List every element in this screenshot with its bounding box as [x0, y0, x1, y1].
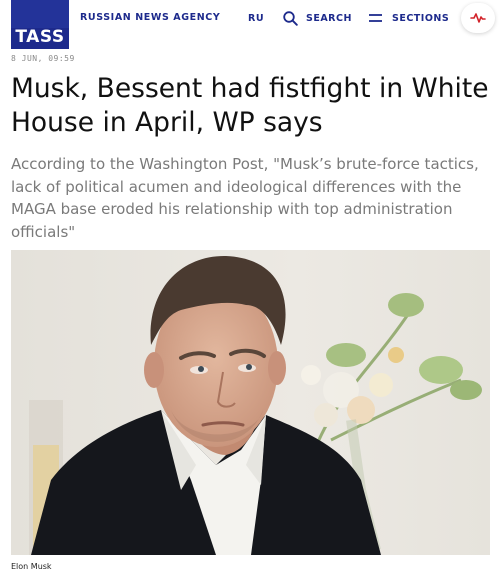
- agency-name[interactable]: RUSSIAN NEWS AGENCY: [80, 12, 220, 23]
- menu-icon: [369, 14, 382, 22]
- language-switch[interactable]: RU: [248, 13, 264, 24]
- publish-timestamp: 8 JUN, 09:59: [11, 54, 75, 63]
- search-button[interactable]: SEARCH: [283, 9, 352, 27]
- article-headline: Musk, Bessent had fistfight in White Hou…: [11, 73, 489, 138]
- logo-top-band: [11, 0, 69, 28]
- tass-logo[interactable]: TASS: [11, 0, 69, 49]
- search-label: SEARCH: [306, 12, 352, 24]
- sections-button[interactable]: SECTIONS: [368, 9, 449, 27]
- search-icon: [283, 10, 298, 26]
- article-subheadline: According to the Washington Post, "Musk’…: [11, 155, 479, 241]
- photo-illustration: [11, 250, 490, 555]
- site-header: TASS RUSSIAN NEWS AGENCY RU SEARCH SECTI…: [0, 0, 500, 50]
- logo-text: TASS: [15, 27, 65, 47]
- live-button[interactable]: [461, 3, 495, 33]
- sections-label: SECTIONS: [392, 12, 450, 24]
- photo-caption: Elon Musk: [11, 562, 52, 571]
- article-photo: [11, 250, 490, 555]
- pulse-icon: [470, 13, 486, 23]
